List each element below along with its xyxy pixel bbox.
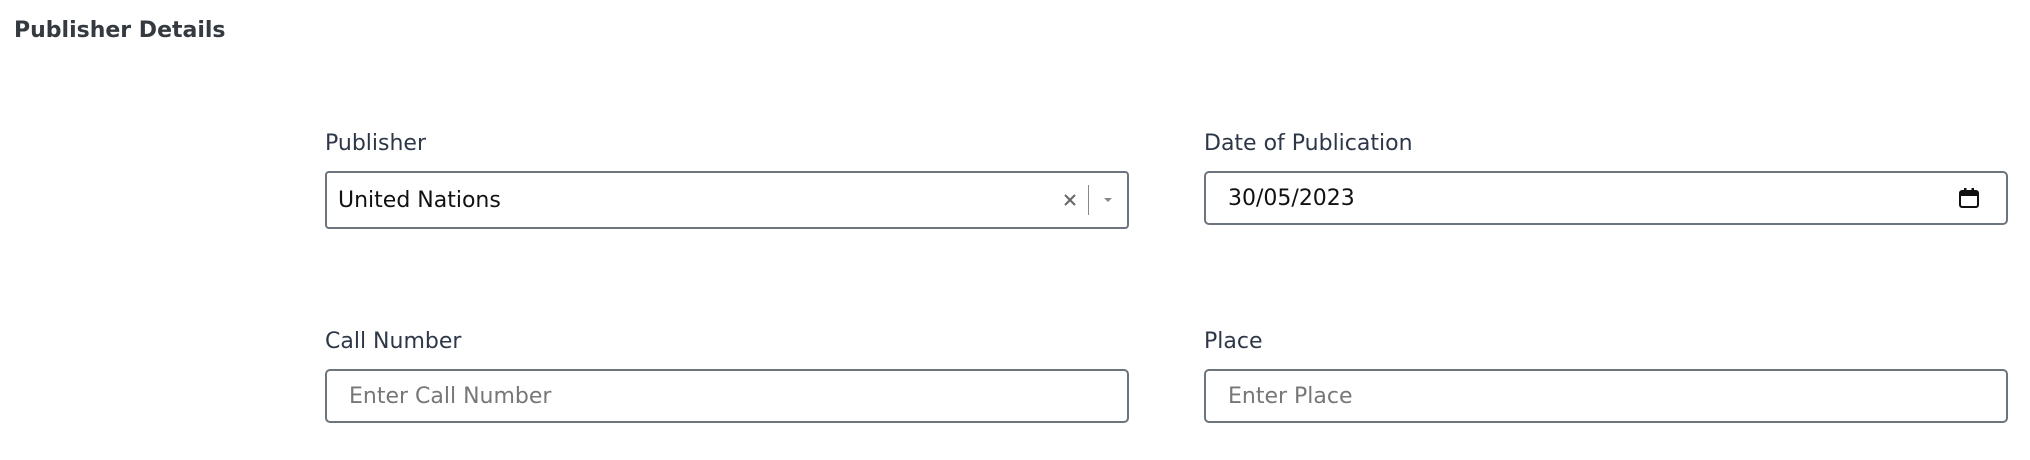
date-of-publication-label: Date of Publication [1204,131,1413,156]
publisher-selected-value: United Nations [338,187,501,213]
section-title: Publisher Details [14,18,226,43]
call-number-label: Call Number [325,329,462,354]
date-of-publication-input[interactable]: 30/05/2023 [1204,171,2008,225]
close-icon[interactable] [1058,188,1082,212]
publisher-field: Publisher United Nations [325,131,1129,229]
publisher-details-section: Publisher Details Publisher United Natio… [0,0,2030,460]
place-input[interactable] [1204,369,2008,423]
call-number-input[interactable] [325,369,1129,423]
select-separator [1088,185,1089,215]
publisher-label: Publisher [325,131,426,156]
date-value: 30/05/2023 [1228,185,1355,211]
chevron-down-icon[interactable] [1097,188,1119,212]
publisher-select[interactable]: United Nations [325,171,1129,229]
place-field: Place [1204,329,2008,423]
calendar-icon[interactable] [1956,185,1982,211]
date-of-publication-field: Date of Publication 30/05/2023 [1204,131,2008,225]
place-label: Place [1204,329,1263,354]
call-number-field: Call Number [325,329,1129,423]
